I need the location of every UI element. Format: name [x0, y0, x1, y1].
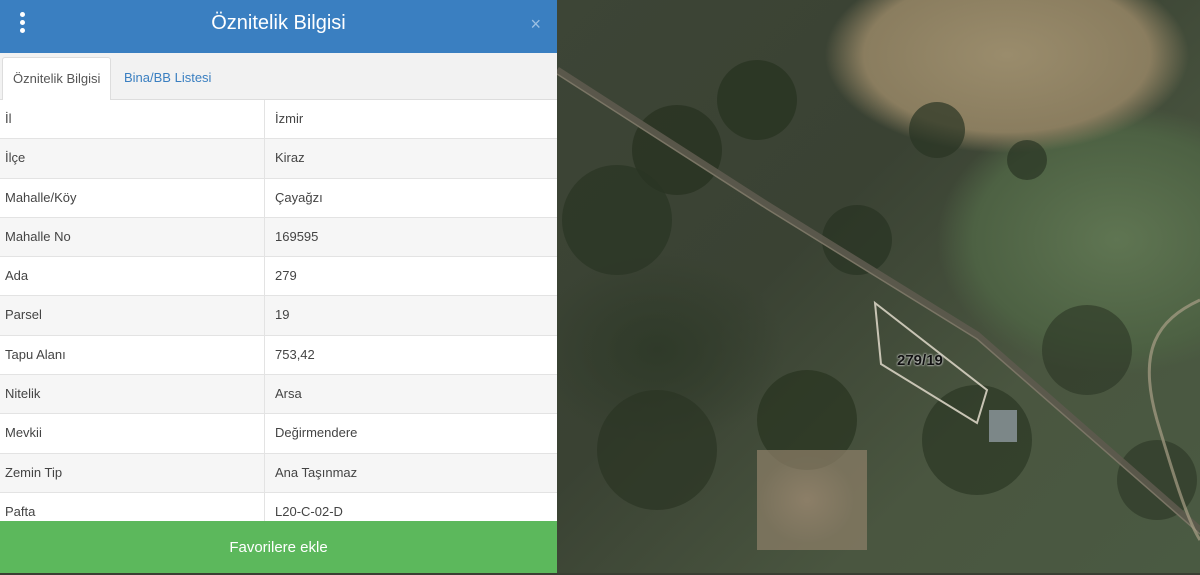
table-row: Zemin Tip Ana Taşınmaz: [0, 453, 557, 493]
attribute-key: Mahalle No: [0, 217, 265, 257]
tab-building-list[interactable]: Bina/BB Listesi: [114, 57, 221, 99]
table-row: İl İzmir: [0, 100, 557, 140]
panel-header: Öznitelik Bilgisi ×: [0, 0, 557, 53]
attribute-key: Zemin Tip: [0, 453, 265, 492]
tree-clusters: [562, 60, 1197, 520]
attribute-value: 169595: [275, 228, 319, 244]
attribute-value: İzmir: [275, 111, 304, 126]
attribute-key: Nitelik: [0, 375, 265, 414]
table-row: Mevkii Değirmendere: [0, 414, 557, 454]
attribute-panel: Öznitelik Bilgisi × Öznitelik Bilgisi Bi…: [0, 0, 557, 573]
parcel-label: 279/19: [897, 352, 943, 369]
attribute-value: 19: [275, 307, 290, 323]
attribute-value: Kiraz: [275, 150, 305, 166]
attribute-value: Çayağzı: [275, 189, 323, 205]
attribute-key: Parsel: [0, 296, 265, 335]
table-row: Nitelik Arsa: [0, 375, 557, 415]
attribute-value: Değirmendere: [275, 425, 358, 441]
panel-title: Öznitelik Bilgisi: [211, 12, 346, 34]
attribute-value: Ana Taşınmaz: [275, 464, 358, 480]
table-row: Ada 279: [0, 257, 557, 297]
attribute-key: Mevkii: [0, 414, 265, 453]
attribute-value: 279: [275, 268, 297, 284]
table-row: Mahalle/Köy Çayağzı: [0, 178, 557, 218]
table-row: Mahalle No 169595: [0, 217, 557, 258]
attribute-table: İl İzmir İlçe Kiraz Mahalle/Köy Çayağzı Mahall…: [0, 100, 557, 533]
close-icon[interactable]: ×: [530, 14, 541, 35]
tab-attribute-info[interactable]: Öznitelik Bilgisi: [2, 57, 112, 101]
table-row: Parsel 19: [0, 296, 557, 336]
attribute-key: Ada: [0, 257, 265, 296]
add-favorites-button[interactable]: Favorilere ekle: [0, 521, 557, 573]
attribute-value: Arsa: [275, 386, 302, 402]
attribute-key: İlçe: [0, 139, 265, 178]
attribute-key: Mahalle/Köy: [0, 178, 265, 217]
tab-bar: Öznitelik Bilgisi Bina/BB Listesi: [0, 53, 557, 101]
table-row: Tapu Alanı 753,42: [0, 335, 557, 376]
satellite-map[interactable]: 279/19: [557, 0, 1200, 573]
attribute-key: İl: [0, 100, 265, 139]
attribute-value: 753,42: [275, 346, 315, 362]
attribute-key: Tapu Alanı: [0, 335, 265, 375]
table-row: İlçe Kiraz: [0, 139, 557, 179]
